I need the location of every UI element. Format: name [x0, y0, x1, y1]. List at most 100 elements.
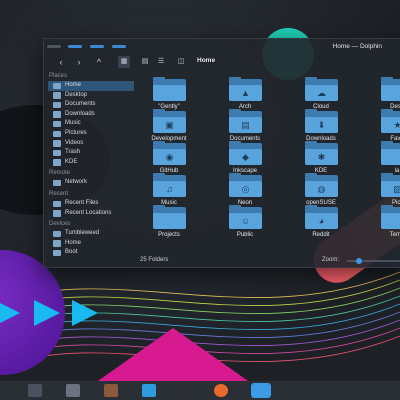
drive-icon: [53, 240, 61, 247]
sidebar-item-label: Tumbleweed: [65, 230, 100, 237]
folder-icon: ☺: [229, 205, 262, 229]
folder-label: Cloud: [313, 104, 329, 110]
folder-item[interactable]: ☁ Cloud: [291, 77, 351, 112]
sidebar-item-home[interactable]: Home: [48, 81, 134, 91]
folder-label: Public: [236, 232, 254, 238]
zoom-label: Zoom:: [322, 257, 340, 263]
sidebar-item-videos[interactable]: Videos: [48, 139, 134, 149]
folder-item[interactable]: ♫ Music: [139, 173, 199, 208]
up-icon[interactable]: ^: [94, 56, 104, 68]
sidebar-item-downloads[interactable]: Downloads: [48, 110, 134, 120]
folder-item[interactable]: Projects: [139, 205, 199, 240]
folder-icon: ◕: [305, 205, 338, 229]
home-icon: [53, 82, 61, 89]
sidebar-item-music[interactable]: Music: [48, 119, 134, 129]
sidebar-item-label: Recent Locations: [65, 209, 112, 216]
sidebar-item-label: Pictures: [65, 130, 87, 136]
dolphin-icon[interactable]: [251, 383, 271, 398]
split-view-icon[interactable]: ◫: [176, 56, 186, 68]
kde-icon: [53, 159, 61, 166]
folder-icon: ♫: [153, 173, 186, 197]
folder-item[interactable]: ◎ Neon: [215, 173, 275, 208]
folder-item[interactable]: ⬇ Downloads: [291, 109, 351, 144]
folder-label: Downloads: [306, 136, 336, 142]
folder-item[interactable]: la: [367, 141, 400, 176]
sidebar-item-network[interactable]: Network: [48, 178, 134, 188]
sidebar-item-recent-files[interactable]: Recent Files: [48, 199, 134, 209]
app-launcher-icon[interactable]: [28, 384, 42, 397]
window-titlebar[interactable]: Home — Dolphin: [44, 39, 400, 53]
sidebar-item-documents[interactable]: Documents: [48, 100, 134, 110]
folder-item[interactable]: ★Favo: [367, 109, 400, 144]
sidebar-item-pictures[interactable]: Pictures: [48, 129, 134, 139]
icon-view-icon[interactable]: ▦: [118, 56, 130, 68]
folder-item[interactable]: Temp: [367, 205, 400, 240]
folder-icon: ◆: [229, 141, 262, 165]
places-sidebar: Places Home Desktop Documents Downloads Music…: [44, 71, 137, 267]
folder-item[interactable]: "Gently": [139, 77, 199, 112]
folder-item[interactable]: Desk: [367, 77, 400, 112]
folder-item[interactable]: ▲ Arch: [215, 77, 275, 112]
sidebar-section-heading: Remote: [49, 170, 71, 177]
folder-icon: ☁: [305, 77, 338, 101]
pictures-icon: [53, 130, 61, 137]
sidebar-item-home[interactable]: Home: [48, 239, 134, 249]
folder-item[interactable]: ▤ Documents: [215, 109, 275, 144]
sidebar-item-tumbleweed[interactable]: Tumbleweed: [48, 229, 134, 239]
zoom-slider[interactable]: [347, 260, 400, 262]
system-settings-icon[interactable]: [66, 384, 80, 397]
folder-item[interactable]: ☺ Public: [215, 205, 275, 240]
breadcrumb[interactable]: Home: [197, 57, 215, 64]
sidebar-item-desktop[interactable]: Desktop: [48, 91, 134, 101]
folder-item[interactable]: ▣ Development: [139, 109, 199, 144]
folder-item[interactable]: ◆ Inkscape: [215, 141, 275, 176]
sidebar-item-label: Recent Files: [65, 200, 99, 206]
compact-view-icon[interactable]: ▤: [140, 56, 150, 68]
sidebar-item-label: Boot: [65, 249, 78, 256]
window-button[interactable]: [90, 45, 104, 48]
toolbar: ‹ › ^ ▦ ▤ ☰ ◫: [44, 53, 400, 71]
sidebar-item-label: Music: [65, 120, 81, 127]
back-icon[interactable]: ‹: [56, 56, 66, 68]
terminal-icon[interactable]: [178, 384, 192, 397]
folder-item[interactable]: ✱ KDE: [291, 141, 351, 176]
window-button[interactable]: [112, 45, 126, 48]
sidebar-item-trash[interactable]: Trash: [48, 148, 134, 158]
folder-icon: [381, 205, 400, 229]
trash-icon: [53, 149, 61, 157]
folder-count: 25 Folders: [140, 257, 169, 263]
sidebar-item-boot[interactable]: Boot: [48, 248, 134, 258]
folder-label: Projects: [158, 232, 180, 238]
folder-item[interactable]: ◍ openSUSE: [291, 173, 351, 208]
folder-label: Temp: [389, 232, 400, 238]
sidebar-item-kde[interactable]: KDE: [48, 158, 134, 168]
folder-item[interactable]: ◕ Reddit: [291, 205, 351, 240]
zoom-slider-handle[interactable]: [356, 258, 362, 264]
sidebar-item-label: Home: [65, 82, 82, 88]
folder-icon: ✱: [305, 141, 338, 165]
window-menu-button[interactable]: [47, 45, 61, 48]
folder-icon: ◎: [229, 173, 262, 197]
sidebar-item-label: Documents: [65, 101, 96, 108]
music-icon: [53, 120, 61, 128]
folder-icon: ▧: [381, 173, 400, 197]
folder-label: Music: [161, 200, 177, 206]
folder-item[interactable]: ◉ GitHub: [139, 141, 199, 176]
folder-label: Inkscape: [232, 168, 257, 174]
downloads-icon: [53, 111, 61, 118]
details-view-icon[interactable]: ☰: [156, 56, 166, 68]
play-arrow-shape: [34, 300, 60, 326]
folder-icon: ◉: [153, 141, 186, 165]
sidebar-item-label: Home: [65, 239, 82, 246]
sidebar-section-heading: Devices: [49, 221, 71, 228]
play-arrow-shape: [72, 300, 98, 326]
forward-icon[interactable]: ›: [74, 56, 84, 68]
folder-item[interactable]: ▧Pict: [367, 173, 400, 208]
sidebar-item-recent-locations[interactable]: Recent Locations: [48, 209, 134, 219]
files-icon[interactable]: [142, 384, 156, 397]
firefox-icon[interactable]: [214, 384, 228, 397]
window-button[interactable]: [68, 45, 82, 48]
desktop-icon: [53, 92, 61, 99]
folder-icon: ◍: [305, 173, 338, 197]
discover-icon[interactable]: [104, 384, 118, 397]
